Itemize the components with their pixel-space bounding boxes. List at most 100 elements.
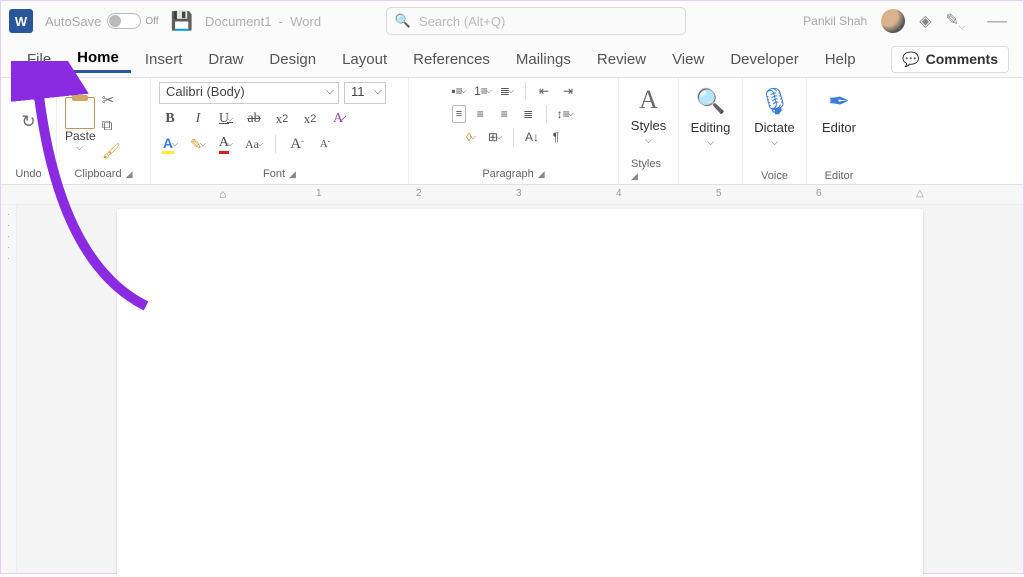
group-paragraph: ▪≡⌵ 1≡⌵ ≣⌵ ⇤ ⇥ ≡ ≡ ≡ ≣ ↕≡⌵ ◊⌵ ⊞⌵ A↓ ¶ <box>409 78 619 184</box>
autosave-label: AutoSave <box>45 14 101 29</box>
text-effects-button[interactable]: A⌵ <box>159 134 181 154</box>
chevron-down-icon: ⌵ <box>76 143 82 153</box>
underline-button[interactable]: U⌵ <box>215 109 237 129</box>
font-color-button[interactable]: A⌵ <box>215 134 237 154</box>
toggle-knob <box>109 15 121 27</box>
chevron-down-icon: ⌵ <box>771 137 778 148</box>
tab-home[interactable]: Home <box>65 45 131 73</box>
find-icon: 🔍 <box>696 84 726 118</box>
group-undo: ↺⌵ ↻ Undo <box>1 78 57 184</box>
autosave-toggle[interactable]: AutoSave Off <box>45 13 159 29</box>
undo-group-title: Undo <box>9 168 48 182</box>
font-name-select[interactable]: Calibri (Body) <box>159 82 339 104</box>
format-painter-icon[interactable]: 🖌 <box>102 142 121 160</box>
tab-review[interactable]: Review <box>585 47 658 72</box>
tab-insert[interactable]: Insert <box>133 47 195 72</box>
search-icon: 🔍 <box>395 13 411 29</box>
search-placeholder: Search (Alt+Q) <box>419 14 505 29</box>
highlight-button[interactable]: ✎⌵ <box>187 134 209 154</box>
tab-help[interactable]: Help <box>813 47 868 72</box>
grow-font-button[interactable]: Aˆ <box>286 134 308 154</box>
clipboard-icon <box>65 97 95 129</box>
tab-layout[interactable]: Layout <box>330 47 399 72</box>
shading-button[interactable]: ◊⌵ <box>461 128 481 146</box>
bullets-button[interactable]: ▪≡⌵ <box>449 82 469 100</box>
change-case-button[interactable]: Aa⌵ <box>243 134 265 154</box>
editor-button[interactable]: ✒ Editor Editor <box>807 78 871 184</box>
numbering-button[interactable]: 1≡⌵ <box>473 82 493 100</box>
tab-mailings[interactable]: Mailings <box>504 47 583 72</box>
search-input[interactable]: 🔍 Search (Alt+Q) <box>386 7 686 35</box>
dictate-button[interactable]: 🎙 Dictate ⌵ Voice <box>743 78 807 184</box>
document-page[interactable] <box>117 209 923 577</box>
comment-icon: 💬 <box>902 51 919 68</box>
toggle-track[interactable] <box>107 13 141 29</box>
indent-marker-icon[interactable]: ⌂ <box>219 187 226 201</box>
styles-button[interactable]: A Styles ⌵ Styles ◢ <box>619 78 679 184</box>
comments-label: Comments <box>926 51 998 67</box>
shrink-font-button[interactable]: Aˇ <box>314 134 336 154</box>
word-app-icon: W <box>9 9 33 33</box>
group-font: Calibri (Body) 11 B I U⌵ ab x2 x2 A̷ A⌵ … <box>151 78 409 184</box>
undo-icon[interactable]: ↺⌵ <box>19 86 37 106</box>
line-spacing-button[interactable]: ↕≡⌵ <box>555 105 575 123</box>
font-dialog-launcher[interactable]: ◢ <box>289 169 296 180</box>
show-marks-button[interactable]: ¶ <box>546 128 566 146</box>
cut-icon[interactable]: ✂ <box>102 91 121 109</box>
horizontal-ruler[interactable]: ⌂ 1 2 3 4 5 6 △ <box>1 185 1023 205</box>
editor-icon: ✒ <box>828 84 850 118</box>
editing-button[interactable]: 🔍 Editing ⌵ <box>679 78 743 184</box>
increase-indent-button[interactable]: ⇥ <box>558 82 578 100</box>
paragraph-dialog-launcher[interactable]: ◢ <box>538 169 545 180</box>
premium-icon[interactable]: ◈ <box>919 11 931 31</box>
microphone-icon: 🎙 <box>758 84 791 118</box>
italic-button[interactable]: I <box>187 109 209 129</box>
drawing-mode-icon[interactable]: ✎⌵ <box>946 10 965 32</box>
strikethrough-button[interactable]: ab <box>243 109 265 129</box>
sort-button[interactable]: A↓ <box>522 128 542 146</box>
align-center-button[interactable]: ≡ <box>470 105 490 123</box>
ribbon-tabs: File Home Insert Draw Design Layout Refe… <box>1 41 1023 77</box>
clear-formatting-button[interactable]: A̷ <box>327 109 349 129</box>
tab-file[interactable]: File <box>15 47 63 72</box>
font-size-select[interactable]: 11 <box>344 82 386 104</box>
document-area: ····· <box>1 205 1023 573</box>
styles-dialog-launcher[interactable]: ◢ <box>631 171 638 181</box>
tab-developer[interactable]: Developer <box>718 47 810 72</box>
tab-draw[interactable]: Draw <box>196 47 255 72</box>
clipboard-group-title: Clipboard <box>74 168 121 180</box>
minimize-button[interactable]: — <box>979 10 1015 33</box>
chevron-down-icon: ⌵ <box>707 137 714 148</box>
styles-icon: A <box>639 84 658 116</box>
paste-button[interactable]: Paste ⌵ <box>65 97 96 153</box>
document-title: Document1 - Word <box>205 14 321 29</box>
tab-design[interactable]: Design <box>257 47 328 72</box>
paragraph-group-title: Paragraph <box>482 168 533 180</box>
chevron-down-icon: ⌵ <box>645 135 652 146</box>
group-clipboard: Paste ⌵ ✂ ⧉ 🖌 Clipboard ◢ <box>57 78 151 184</box>
font-group-title: Font <box>263 168 285 180</box>
superscript-button[interactable]: x2 <box>299 109 321 129</box>
user-name[interactable]: Pankil Shah <box>803 14 867 28</box>
tab-references[interactable]: References <box>401 47 502 72</box>
redo-icon[interactable]: ↻ <box>21 112 35 132</box>
align-left-button[interactable]: ≡ <box>452 105 466 123</box>
vertical-ruler[interactable]: ····· <box>1 205 17 573</box>
tab-view[interactable]: View <box>660 47 716 72</box>
copy-icon[interactable]: ⧉ <box>102 117 121 134</box>
bold-button[interactable]: B <box>159 109 181 129</box>
decrease-indent-button[interactable]: ⇤ <box>534 82 554 100</box>
subscript-button[interactable]: x2 <box>271 109 293 129</box>
right-indent-marker-icon[interactable]: △ <box>916 188 924 199</box>
comments-button[interactable]: 💬 Comments <box>891 46 1009 73</box>
borders-button[interactable]: ⊞⌵ <box>485 128 505 146</box>
save-icon[interactable]: 💾 <box>171 11 193 32</box>
ribbon: ↺⌵ ↻ Undo Paste ⌵ ✂ ⧉ 🖌 Clipboard ◢ Calib… <box>1 77 1023 185</box>
avatar[interactable] <box>881 9 905 33</box>
justify-button[interactable]: ≣ <box>518 105 538 123</box>
title-bar: W AutoSave Off 💾 Document1 - Word 🔍 Sear… <box>1 1 1023 41</box>
multilevel-button[interactable]: ≣⌵ <box>497 82 517 100</box>
align-right-button[interactable]: ≡ <box>494 105 514 123</box>
paste-label: Paste <box>65 129 96 143</box>
clipboard-dialog-launcher[interactable]: ◢ <box>126 169 133 180</box>
